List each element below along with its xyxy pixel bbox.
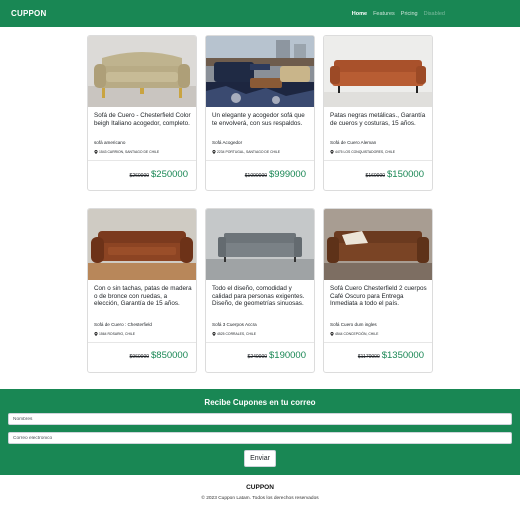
nav-link-pricing[interactable]: Pricing (401, 11, 418, 17)
location-pin-icon (94, 150, 98, 154)
old-price: $260000 (129, 173, 150, 179)
price-row: $160000 $150000 (366, 169, 424, 180)
product-image-navy-sofa-living-room[interactable] (206, 36, 314, 107)
card-location: 1543 CARRION, SANTIAGO DE CHILE (94, 150, 159, 154)
price-row: $240000 $190000 (248, 350, 306, 361)
name-input[interactable] (8, 413, 512, 425)
footer-copyright: © 2023 Cuppon Latam. Todos los derechos … (201, 496, 319, 501)
card-divider (206, 342, 314, 343)
location-pin-icon (330, 332, 334, 336)
card-title: Todo el diseño, comodidad y calidad para… (212, 285, 305, 308)
new-price: $850000 (151, 350, 188, 361)
product-image-brown-chesterfield[interactable] (88, 209, 196, 280)
newsletter-title: Recibe Cupones en tu correo (204, 398, 316, 407)
card-location: 4544 CONCEPCIÓN, CHILE (330, 332, 378, 336)
product-image-beige-chesterfield[interactable] (88, 36, 196, 107)
card-title: Con o sin tachas, patas de madera o de b… (94, 285, 192, 308)
old-price: $1090000 (244, 173, 268, 179)
card-location-text: 2234 PORTUGAL, SANTIAGO DE CHILE (217, 150, 281, 154)
price-row: $1090000 $999000 (245, 169, 306, 180)
price-row: $960000 $850000 (130, 350, 188, 361)
new-price: $190000 (269, 350, 306, 361)
card-location: 4525 CORRALES, CHILE (212, 332, 256, 336)
newsletter-section: Recibe Cupones en tu correo Enviar (0, 389, 520, 475)
location-pin-icon (212, 150, 216, 154)
card-location: 1564 ROSARIO, CHILE (94, 332, 135, 336)
old-price: $160000 (365, 173, 386, 179)
card-subtitle: sofá americano (94, 140, 126, 145)
old-price: $240000 (247, 354, 268, 360)
card-location-text: 1543 CARRION, SANTIAGO DE CHILE (99, 150, 160, 154)
product-card-1[interactable]: Sofá de Cuero - Chesterfield Color beigh… (87, 35, 197, 191)
product-card-6[interactable]: Sofá Cuero Chesterfield 2 cuerpos Café O… (323, 208, 433, 373)
card-subtitle: Sofá 3 Cuerpos Accra (212, 322, 257, 327)
product-card-5[interactable]: Todo el diseño, comodidad y calidad para… (205, 208, 315, 373)
card-title: Sofá de Cuero - Chesterfield Color beigh… (94, 112, 191, 127)
card-divider (88, 342, 196, 343)
new-price: $999000 (269, 169, 306, 180)
old-price: $1170000 (357, 354, 380, 360)
card-location-text: 4544 CONCEPCIÓN, CHILE (335, 332, 379, 336)
nav-link-home[interactable]: Home (352, 11, 367, 17)
price-row: $260000 $250000 (130, 169, 188, 180)
card-title: Un elegante y acogedor sofá que te envol… (212, 112, 305, 127)
product-image-grey-sofa[interactable] (206, 209, 314, 280)
card-divider (206, 160, 314, 161)
new-price: $250000 (151, 169, 188, 180)
brand-logo[interactable]: CUPPON (11, 9, 46, 18)
new-price: $150000 (387, 169, 424, 180)
card-subtitle: Sofá Acogedor (212, 140, 243, 145)
card-subtitle: Sofá de Cuero : Chesterfield (94, 322, 152, 327)
nav-link-features[interactable]: Features (373, 11, 395, 17)
product-card-3[interactable]: Patas negras metálicas., Garantía de cue… (323, 35, 433, 191)
product-card-4[interactable]: Con o sin tachas, patas de madera o de b… (87, 208, 197, 373)
card-location: 2234 PORTUGAL, SANTIAGO DE CHILE (212, 150, 280, 154)
nav-links: Home Features Pricing Disabled (352, 11, 445, 17)
product-image-cognac-leather-sofa[interactable] (324, 36, 432, 107)
nav-link-disabled: Disabled (423, 10, 445, 17)
card-title: Patas negras metálicas., Garantía de cue… (330, 112, 426, 127)
product-card-2[interactable]: Un elegante y acogedor sofá que te envol… (205, 35, 315, 191)
card-location-text: 4525 CORRALES, CHILE (217, 332, 257, 336)
location-pin-icon (94, 332, 98, 336)
card-location-text: 4475 LOS CONQUISTADORES, CHILE (335, 150, 396, 154)
card-location-text: 1564 ROSARIO, CHILE (99, 332, 135, 336)
price-row: $1170000 $1350000 (358, 350, 424, 361)
location-pin-icon (330, 150, 334, 154)
card-divider (324, 160, 432, 161)
card-divider (324, 342, 432, 343)
card-location: 4475 LOS CONQUISTADORES, CHILE (330, 150, 395, 154)
product-image-dark-brown-chesterfield[interactable] (324, 209, 432, 280)
footer-brand[interactable]: CUPPON (0, 484, 520, 491)
new-price: $1350000 (381, 350, 424, 361)
card-divider (88, 160, 196, 161)
send-button[interactable]: Enviar (244, 450, 276, 467)
navbar: CUPPON Home Features Pricing Disabled (0, 0, 520, 27)
old-price: $960000 (129, 354, 150, 360)
card-title: Sofá Cuero Chesterfield 2 cuerpos Café O… (330, 285, 427, 308)
card-subtitle: Sofá de Cuero Aleman (330, 140, 377, 145)
email-input[interactable] (8, 432, 512, 444)
location-pin-icon (212, 332, 216, 336)
card-subtitle: Sofá Cuero dum ingles (330, 322, 377, 327)
